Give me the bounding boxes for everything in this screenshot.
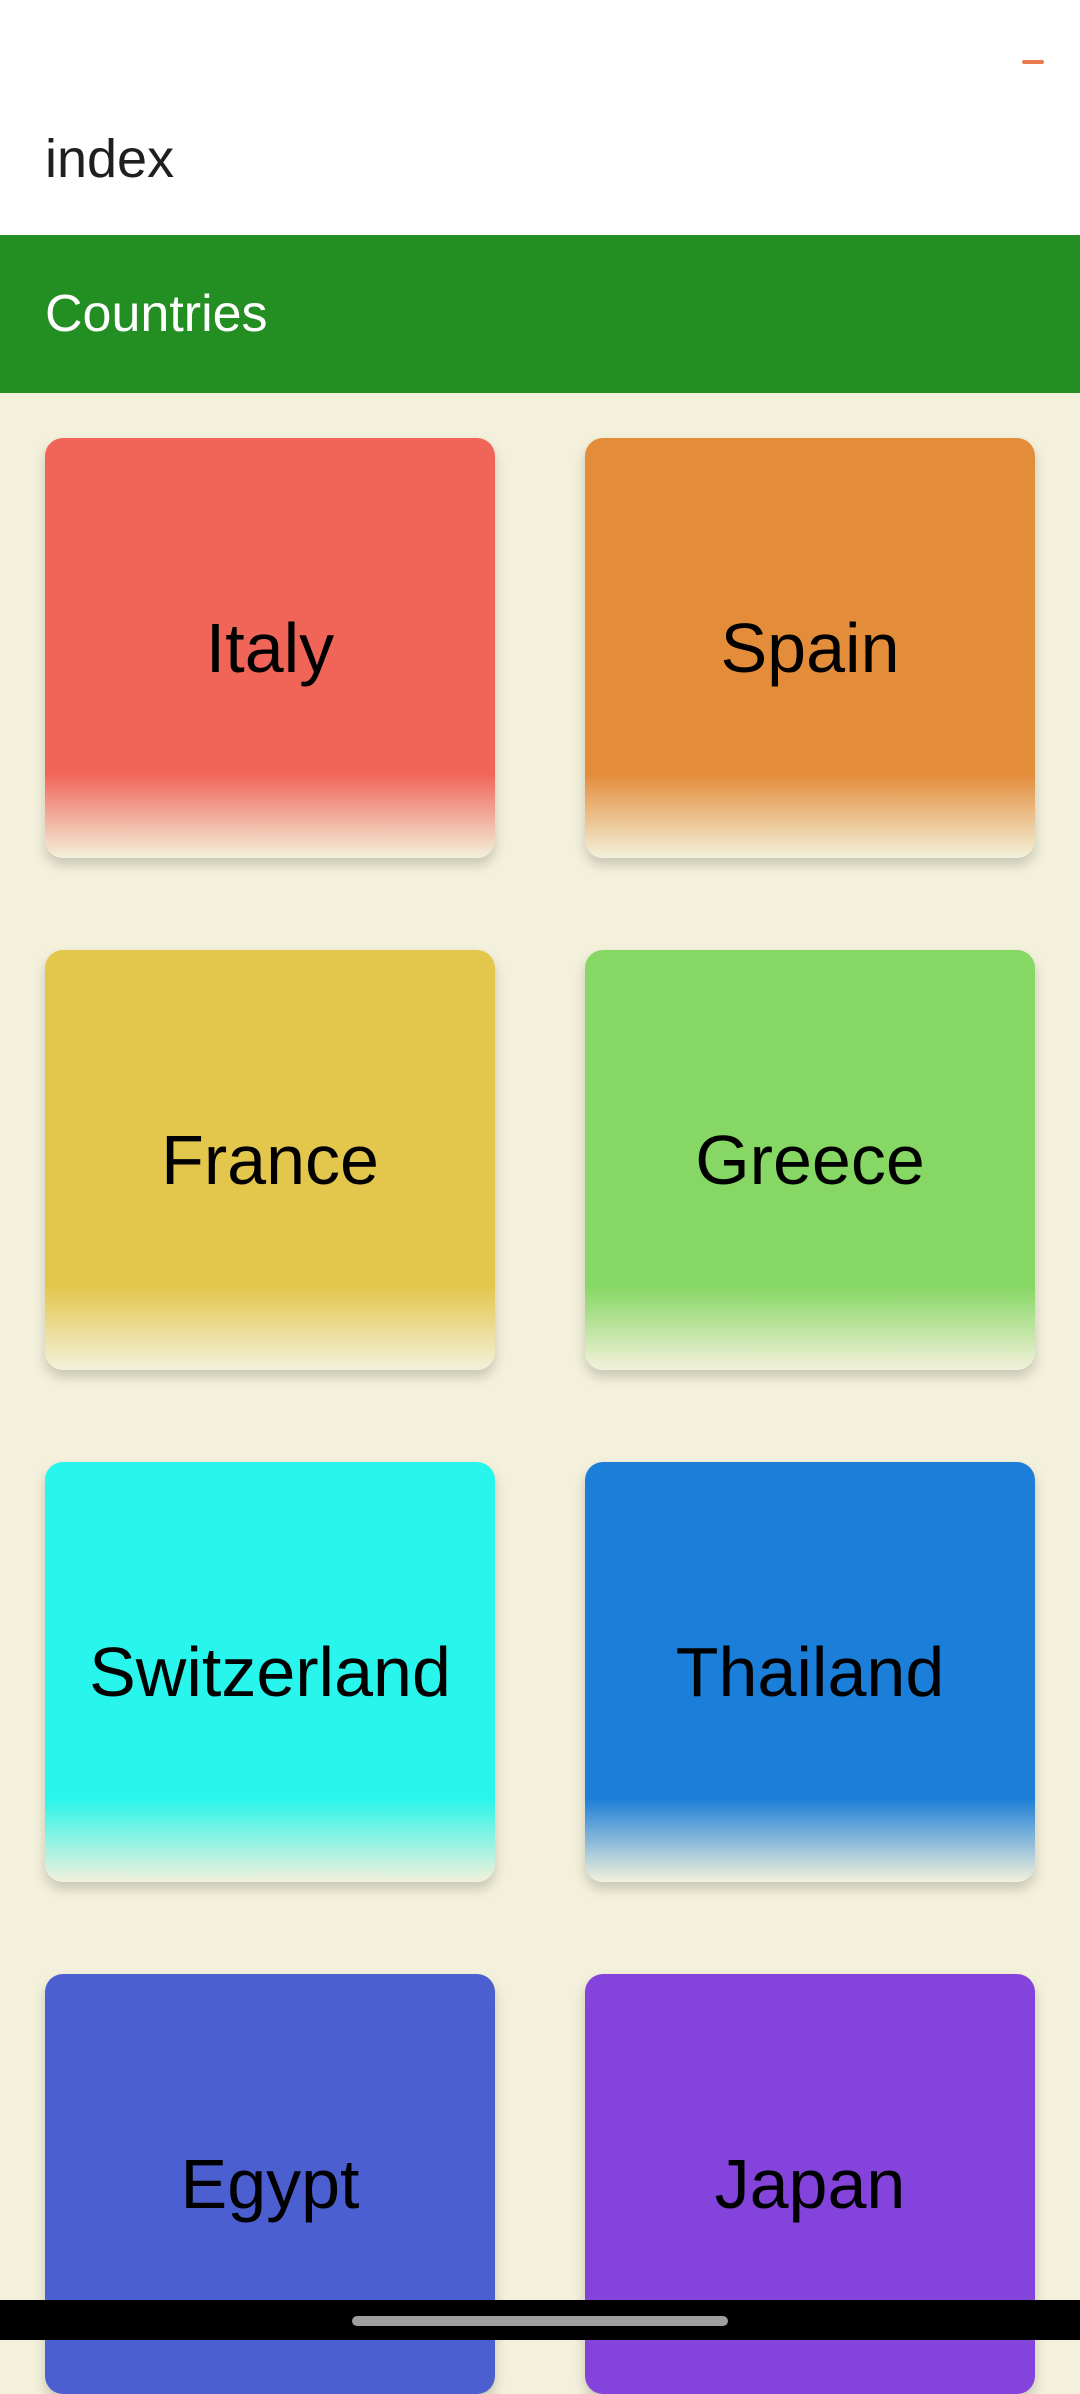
country-tile-france[interactable]: France [45,950,495,1370]
country-label: Switzerland [89,1633,451,1711]
countries-grid: Italy Spain France Greece Switzerland Th… [0,0,1080,2394]
country-label: Italy [205,609,335,687]
country-label: Spain [720,609,900,687]
country-tile-italy[interactable]: Italy [45,438,495,858]
country-label: Greece [695,1121,925,1199]
home-gesture-handle[interactable] [352,2316,728,2326]
country-label: Thailand [675,1633,945,1711]
country-tile-switzerland[interactable]: Switzerland [45,1462,495,1882]
country-tile-spain[interactable]: Spain [585,438,1035,858]
country-label: France [161,1121,379,1199]
country-tile-greece[interactable]: Greece [585,950,1035,1370]
country-tile-thailand[interactable]: Thailand [585,1462,1035,1882]
